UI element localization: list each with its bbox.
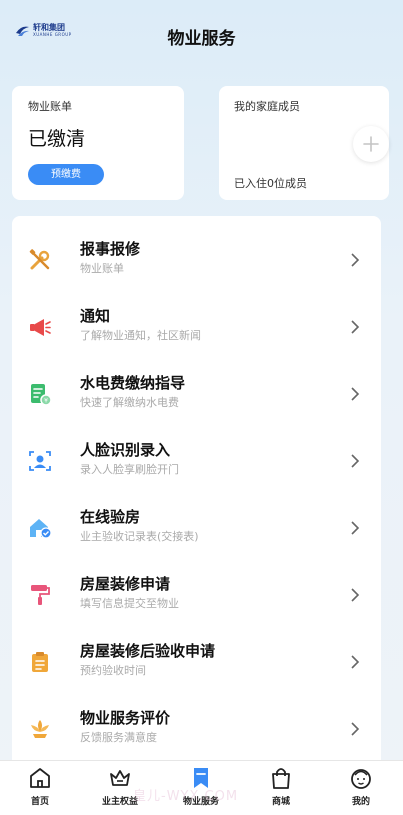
service-subtitle: 业主验收记录表(交接表) bbox=[80, 530, 199, 543]
bill-card-label: 物业账单 bbox=[28, 100, 72, 113]
page-title: 物业服务 bbox=[167, 29, 236, 49]
tab-label: 首页 bbox=[30, 797, 49, 807]
service-subtitle: 快速了解缴纳水电费 bbox=[80, 396, 179, 409]
service-subtitle: 录入人脸享刷脸开门 bbox=[80, 463, 179, 476]
tab-label: 我的 bbox=[351, 797, 370, 807]
chevron-right-icon bbox=[351, 252, 360, 267]
face-icon bbox=[351, 769, 371, 789]
service-subtitle: 填写信息提交至物业 bbox=[80, 597, 179, 610]
service-title: 房屋装修申请 bbox=[80, 575, 171, 593]
crown-icon bbox=[110, 770, 130, 786]
chevron-right-icon bbox=[351, 520, 360, 535]
megaphone-icon bbox=[30, 318, 51, 336]
chevron-right-icon bbox=[351, 453, 360, 468]
bill-status: 已缴清 bbox=[28, 128, 86, 150]
service-title: 人脸识别录入 bbox=[80, 441, 171, 459]
service-item-renovation-acceptance[interactable]: 房屋装修后验收申请 预约验收时间 bbox=[12, 628, 381, 695]
service-item-utility-guide[interactable]: ¥ 水电费缴纳指导 快速了解缴纳水电费 bbox=[12, 360, 381, 427]
service-item-face-recognition[interactable]: 人脸识别录入 录入人脸享刷脸开门 bbox=[12, 427, 381, 494]
plus-icon bbox=[363, 136, 379, 152]
property-bill-card[interactable]: 物业账单 已缴清 预缴费 bbox=[12, 86, 184, 200]
service-subtitle: 物业账单 bbox=[80, 262, 124, 275]
service-title: 房屋装修后验收申请 bbox=[80, 642, 216, 660]
clipboard-icon bbox=[32, 651, 48, 672]
face-scan-icon bbox=[29, 450, 51, 471]
service-subtitle: 反馈服务满意度 bbox=[80, 731, 157, 744]
svg-text:¥: ¥ bbox=[44, 397, 48, 404]
shopping-bag-icon bbox=[272, 768, 290, 789]
family-member-count: 已入住0位成员 bbox=[234, 177, 307, 190]
chevron-right-icon bbox=[351, 721, 360, 736]
wrench-icon bbox=[29, 248, 50, 269]
service-title: 物业服务评价 bbox=[80, 709, 171, 727]
service-item-renovation-application[interactable]: 房屋装修申请 填写信息提交至物业 bbox=[12, 561, 381, 628]
flower-icon bbox=[31, 719, 49, 738]
chevron-right-icon bbox=[351, 386, 360, 401]
service-item-notice[interactable]: 通知 了解物业通知，社区新闻 bbox=[12, 293, 381, 360]
tab-home[interactable]: 首页 bbox=[10, 761, 70, 815]
add-member-button[interactable] bbox=[353, 126, 389, 162]
service-item-house-inspection[interactable]: 在线验房 业主验收记录表(交接表) bbox=[12, 494, 381, 561]
chevron-right-icon bbox=[351, 587, 360, 602]
chevron-right-icon bbox=[351, 319, 360, 334]
family-members-card[interactable]: 我的家庭成员 已入住0位成员 bbox=[219, 86, 389, 200]
service-subtitle: 了解物业通知，社区新闻 bbox=[80, 329, 201, 342]
header: 轩和集团 XUANHE GROUP 物业服务 bbox=[0, 0, 403, 70]
tab-mine[interactable]: 我的 bbox=[331, 761, 391, 815]
service-title: 在线验房 bbox=[80, 508, 141, 526]
bill-icon: ¥ bbox=[31, 383, 52, 406]
service-subtitle: 预约验收时间 bbox=[80, 664, 146, 677]
service-title: 报事报修 bbox=[80, 240, 141, 258]
paint-roller-icon bbox=[31, 584, 50, 605]
service-list: 报事报修 物业账单 通知 了解物业通知，社区新闻 ¥ 水电费缴纳指导 快速了解缴… bbox=[12, 216, 381, 761]
watermark-text: 皇儿-WYX.COM bbox=[133, 789, 239, 804]
service-item-repair[interactable]: 报事报修 物业账单 bbox=[12, 226, 381, 293]
home-icon bbox=[30, 768, 50, 788]
service-title: 通知 bbox=[80, 307, 111, 325]
service-title: 水电费缴纳指导 bbox=[80, 374, 186, 392]
service-item-service-rating[interactable]: 物业服务评价 反馈服务满意度 bbox=[12, 695, 381, 762]
prepay-button[interactable]: 预缴费 bbox=[28, 164, 104, 185]
family-card-label: 我的家庭成员 bbox=[234, 100, 300, 113]
house-check-icon bbox=[30, 518, 52, 539]
tab-label: 商城 bbox=[271, 797, 290, 807]
tab-mall[interactable]: 商城 bbox=[251, 761, 311, 815]
chevron-right-icon bbox=[351, 654, 360, 669]
